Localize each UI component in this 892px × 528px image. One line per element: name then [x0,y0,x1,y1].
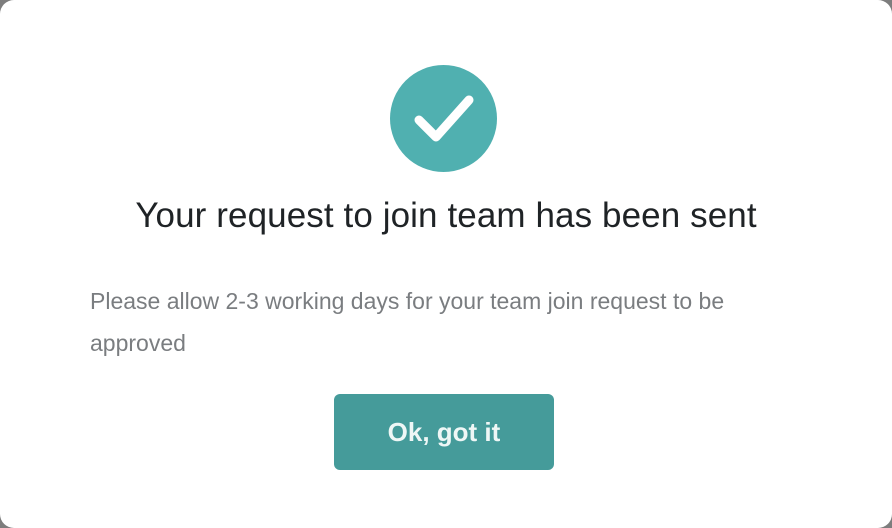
request-sent-dialog: Your request to join team has been sent … [0,0,892,528]
checkmark-icon [414,95,473,141]
ok-got-it-button[interactable]: Ok, got it [334,394,554,470]
dialog-message: Please allow 2-3 working days for your t… [90,288,725,356]
checkmark-circle-icon [390,65,497,172]
dialog-title: Your request to join team has been sent [135,196,757,235]
